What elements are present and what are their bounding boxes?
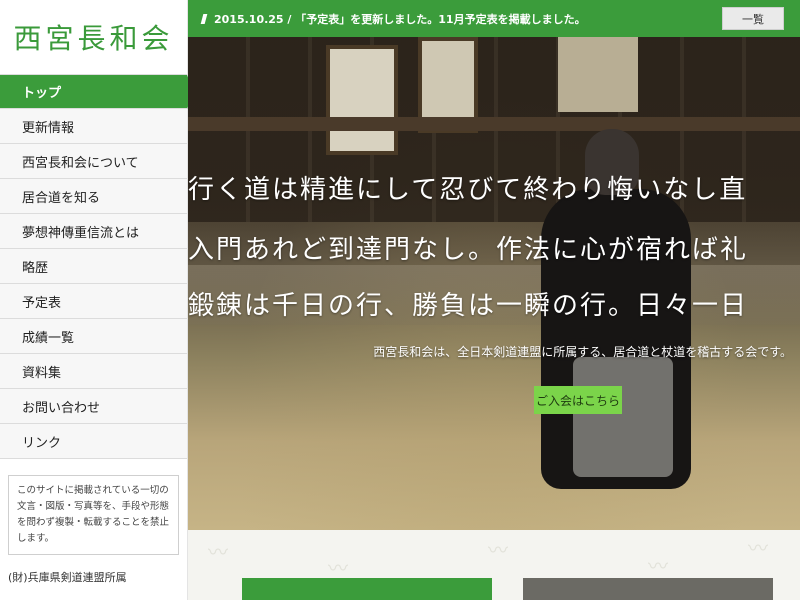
nav-item-results[interactable]: 成績一覧 — [0, 319, 187, 354]
news-list-button[interactable]: 一覧 — [722, 7, 784, 30]
nav-item-history[interactable]: 略歴 — [0, 249, 187, 284]
site-logo[interactable]: 西宮長和会 — [0, 0, 187, 74]
hero-slogan-line: 鍛錬は千日の行、勝負は一瞬の行。日々一日 — [188, 291, 749, 321]
news-marker-icon — [200, 13, 208, 24]
hero-rail — [188, 117, 800, 131]
nav-item-links[interactable]: リンク — [0, 424, 187, 459]
nav-item-top[interactable]: トップ — [0, 74, 194, 109]
nav-item-iaido[interactable]: 居合道を知る — [0, 179, 187, 214]
person-hakama — [573, 357, 673, 477]
nav-item-about[interactable]: 西宮長和会について — [0, 144, 187, 179]
sidebar: 西宮長和会 トップ 更新情報 西宮長和会について 居合道を知る 夢想神傳重信流と… — [0, 0, 194, 600]
wave-pattern-icon: 〰 — [748, 536, 768, 560]
hero-subtitle: 西宮長和会は、全日本剣道連盟に所属する、居合道と杖道を稽古する会です。 — [373, 345, 792, 359]
hero-hanging-scroll — [326, 45, 398, 155]
join-button[interactable]: ご入会はこちら — [534, 386, 622, 414]
wave-pattern-icon: 〰 — [648, 554, 668, 578]
wave-pattern-icon: 〰 — [328, 556, 348, 580]
hero-shrine — [558, 37, 638, 112]
nav-item-documents[interactable]: 資料集 — [0, 354, 187, 389]
nav-item-muso-shinden[interactable]: 夢想神傳重信流とは — [0, 214, 187, 249]
hero-slogan-line: 入門あれど到達門なし。作法に心が宿れば礼 — [188, 235, 749, 265]
hero-section: 行く道は精進にして忍びて終わり悔いなし直 入門あれど到達門なし。作法に心が宿れば… — [188, 37, 800, 530]
nav-item-schedule[interactable]: 予定表 — [0, 284, 187, 319]
news-link[interactable]: 2015.10.25 / 「予定表」を更新しました。11月予定表を掲載しました。 — [214, 11, 586, 27]
main-nav: トップ 更新情報 西宮長和会について 居合道を知る 夢想神傳重信流とは 略歴 予… — [0, 74, 194, 459]
content-card[interactable] — [242, 578, 492, 600]
nav-item-contact[interactable]: お問い合わせ — [0, 389, 187, 424]
content-area: 〰 〰 〰 〰 〰 — [188, 530, 800, 600]
affiliation-text: (財)兵庫県剣道連盟所属 — [8, 571, 127, 584]
content-card[interactable] — [523, 578, 773, 600]
copyright-notice: このサイトに掲載されている一切の文言・図版・写真等を、手段や形態を問わず複製・転… — [8, 475, 179, 555]
nav-item-updates[interactable]: 更新情報 — [0, 109, 187, 144]
news-bar: 2015.10.25 / 「予定表」を更新しました。11月予定表を掲載しました。… — [188, 0, 800, 37]
site-logo-text: 西宮長和会 — [13, 22, 174, 55]
wave-pattern-icon: 〰 — [488, 538, 508, 562]
hero-slogan-line: 行く道は精進にして忍びて終わり悔いなし直 — [188, 175, 748, 205]
wave-pattern-icon: 〰 — [208, 540, 228, 564]
